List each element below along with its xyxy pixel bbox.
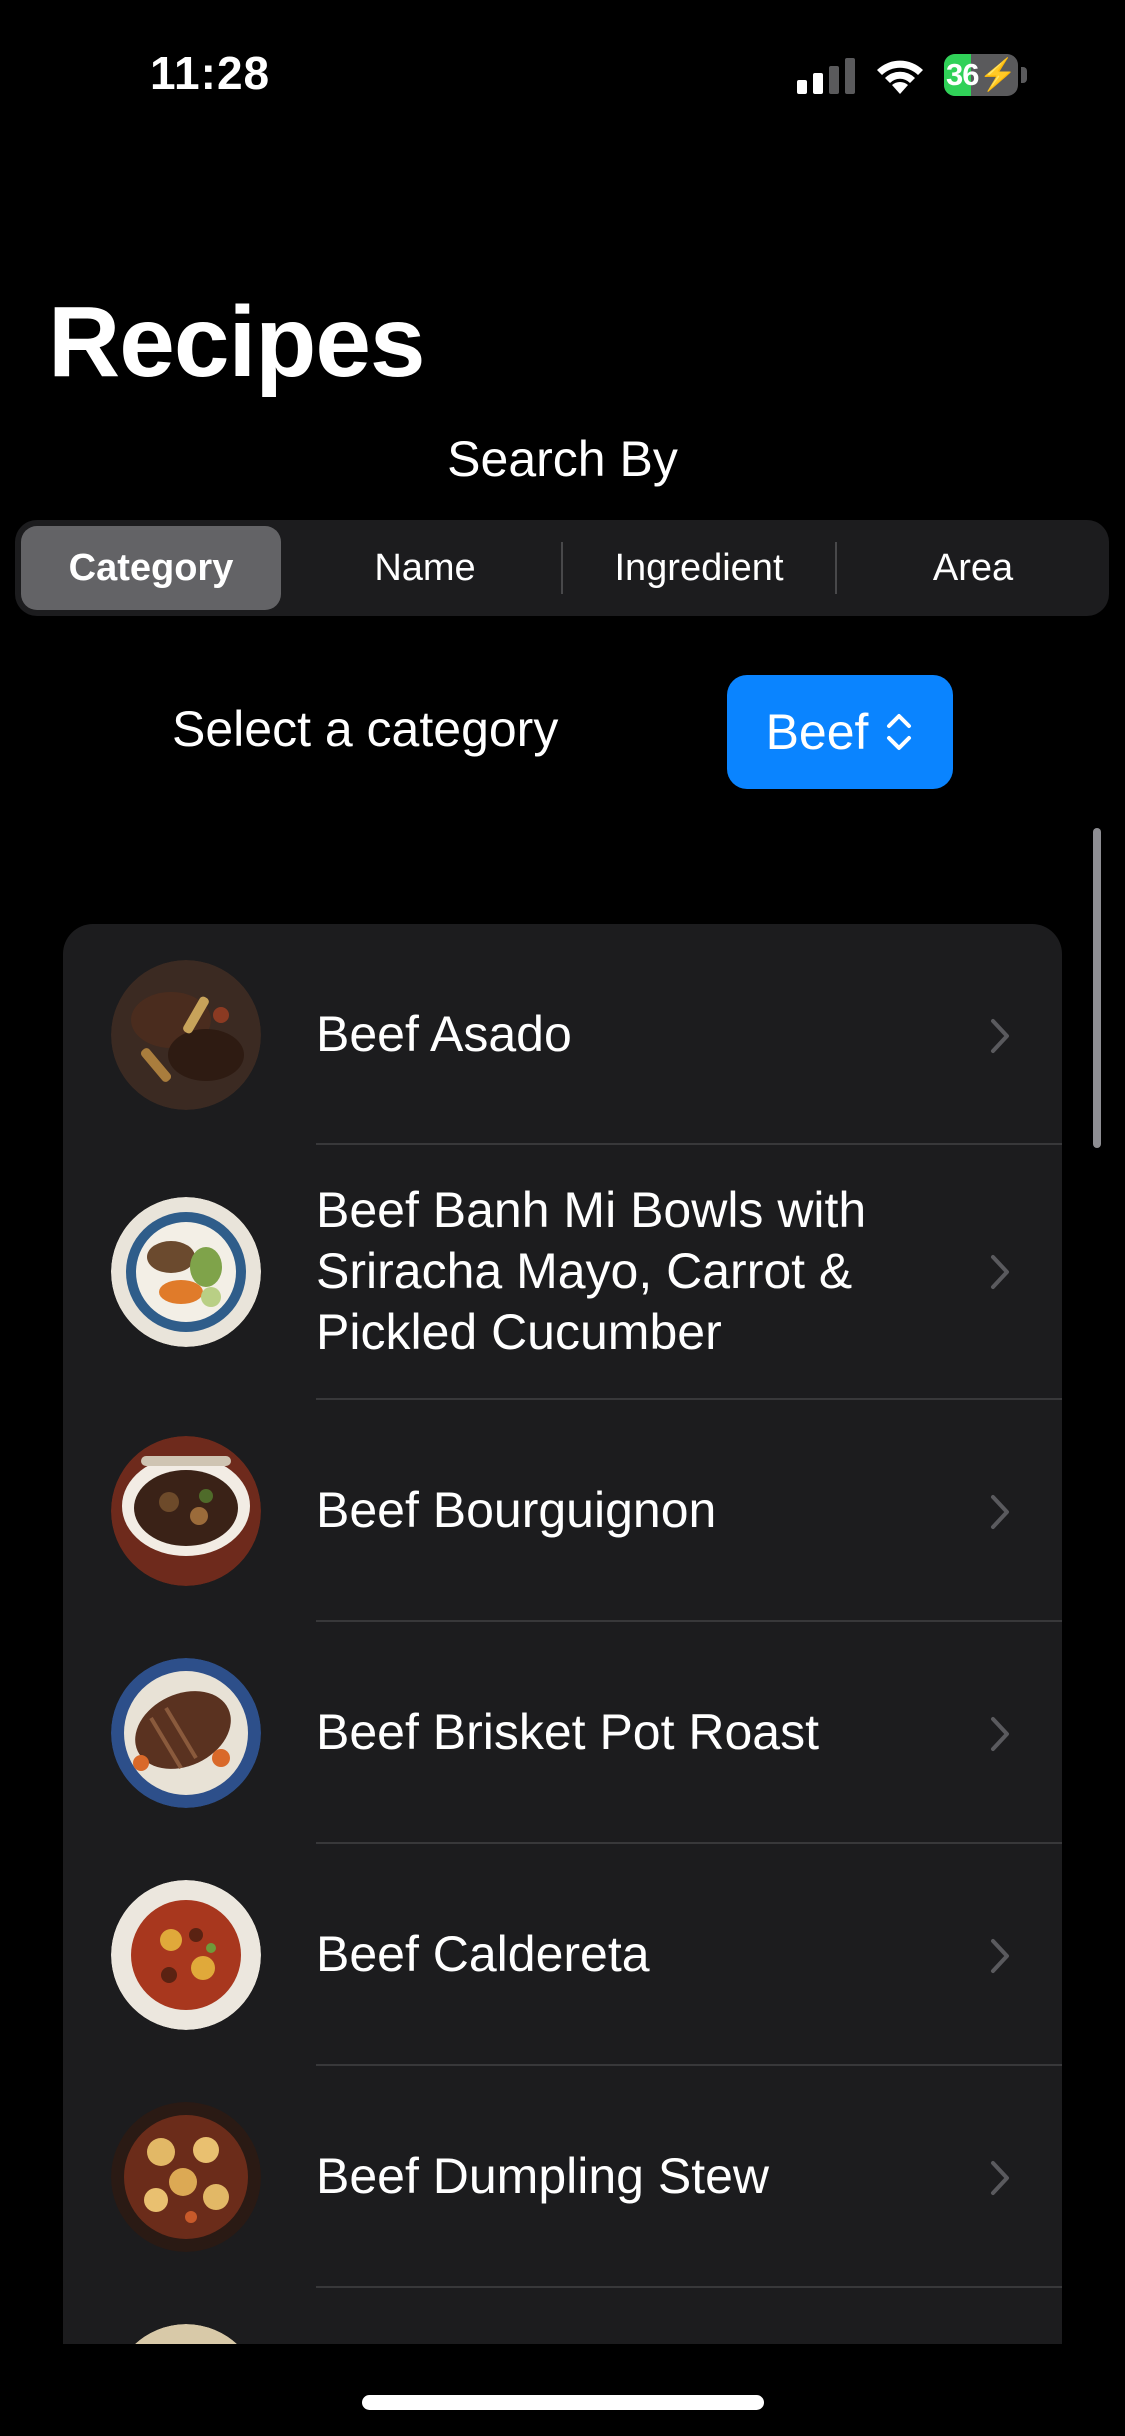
recipe-thumbnail	[111, 1880, 261, 2030]
recipe-thumbnail	[111, 1197, 261, 1347]
recipe-row-beef-bourguignon[interactable]: Beef Bourguignon	[63, 1400, 1062, 1622]
segment-divider	[561, 542, 563, 594]
segment-ingredient[interactable]: Ingredient	[569, 526, 829, 610]
recipe-list: Beef Asado Beef Banh Mi Bowls with Srira…	[63, 924, 1062, 2344]
chevron-up-down-icon	[887, 714, 912, 750]
recipe-row-beef-banh-mi-bowls[interactable]: Beef Banh Mi Bowls with Sriracha Mayo, C…	[63, 1145, 1062, 1400]
search-by-label: Search By	[447, 431, 678, 487]
segment-divider	[835, 542, 837, 594]
wifi-icon	[877, 60, 923, 94]
recipe-row-partial[interactable]	[63, 2288, 1062, 2344]
recipe-row-beef-dumpling-stew[interactable]: Beef Dumpling Stew	[63, 2066, 1062, 2288]
segment-divider	[287, 542, 289, 594]
charging-bolt-icon: ⚡	[978, 57, 1017, 92]
recipe-row-beef-asado[interactable]: Beef Asado	[63, 924, 1062, 1145]
recipe-row-beef-brisket-pot-roast[interactable]: Beef Brisket Pot Roast	[63, 1622, 1062, 1844]
scroll-indicator[interactable]	[1093, 828, 1101, 1148]
chevron-right-icon	[991, 2161, 1009, 2195]
recipe-thumbnail	[111, 1436, 261, 1586]
segment-category[interactable]: Category	[21, 526, 281, 610]
category-picker-label: Select a category	[172, 701, 559, 757]
chevron-right-icon	[991, 1939, 1009, 1973]
recipe-title: Beef Bourguignon	[316, 1482, 717, 1538]
page-title: Recipes	[48, 286, 426, 398]
status-bar: 11:28 36⚡	[0, 0, 1125, 150]
chevron-right-icon	[991, 1717, 1009, 1751]
category-picker-button[interactable]: Beef	[727, 675, 953, 789]
segment-name[interactable]: Name	[295, 526, 555, 610]
category-picker-value: Beef	[765, 704, 869, 760]
recipe-row-beef-caldereta[interactable]: Beef Caldereta	[63, 1844, 1062, 2066]
battery-percentage: 36	[945, 57, 979, 92]
battery-indicator: 36⚡	[944, 54, 1028, 96]
recipe-title: Beef Dumpling Stew	[316, 2148, 770, 2204]
search-mode-segmented-control: Category Name Ingredient Area	[15, 520, 1109, 616]
recipe-thumbnail	[111, 1658, 261, 1808]
recipe-thumbnail	[135, 2324, 237, 2344]
recipe-title: Beef Brisket Pot Roast	[316, 1704, 820, 1760]
chevron-right-icon	[991, 1495, 1009, 1529]
segment-area[interactable]: Area	[843, 526, 1103, 610]
recipe-title: Beef Caldereta	[316, 1926, 650, 1982]
recipe-thumbnail	[111, 2102, 261, 2252]
cellular-signal-icon	[797, 58, 855, 94]
recipe-thumbnail	[111, 960, 261, 1110]
status-time: 11:28	[150, 47, 271, 99]
recipe-title: Beef Banh Mi Bowls with Sriracha Mayo, C…	[316, 1182, 867, 1360]
chevron-right-icon	[991, 1255, 1009, 1289]
home-indicator[interactable]	[362, 2395, 764, 2410]
recipe-title: Beef Asado	[316, 1006, 572, 1062]
chevron-right-icon	[991, 1019, 1009, 1053]
